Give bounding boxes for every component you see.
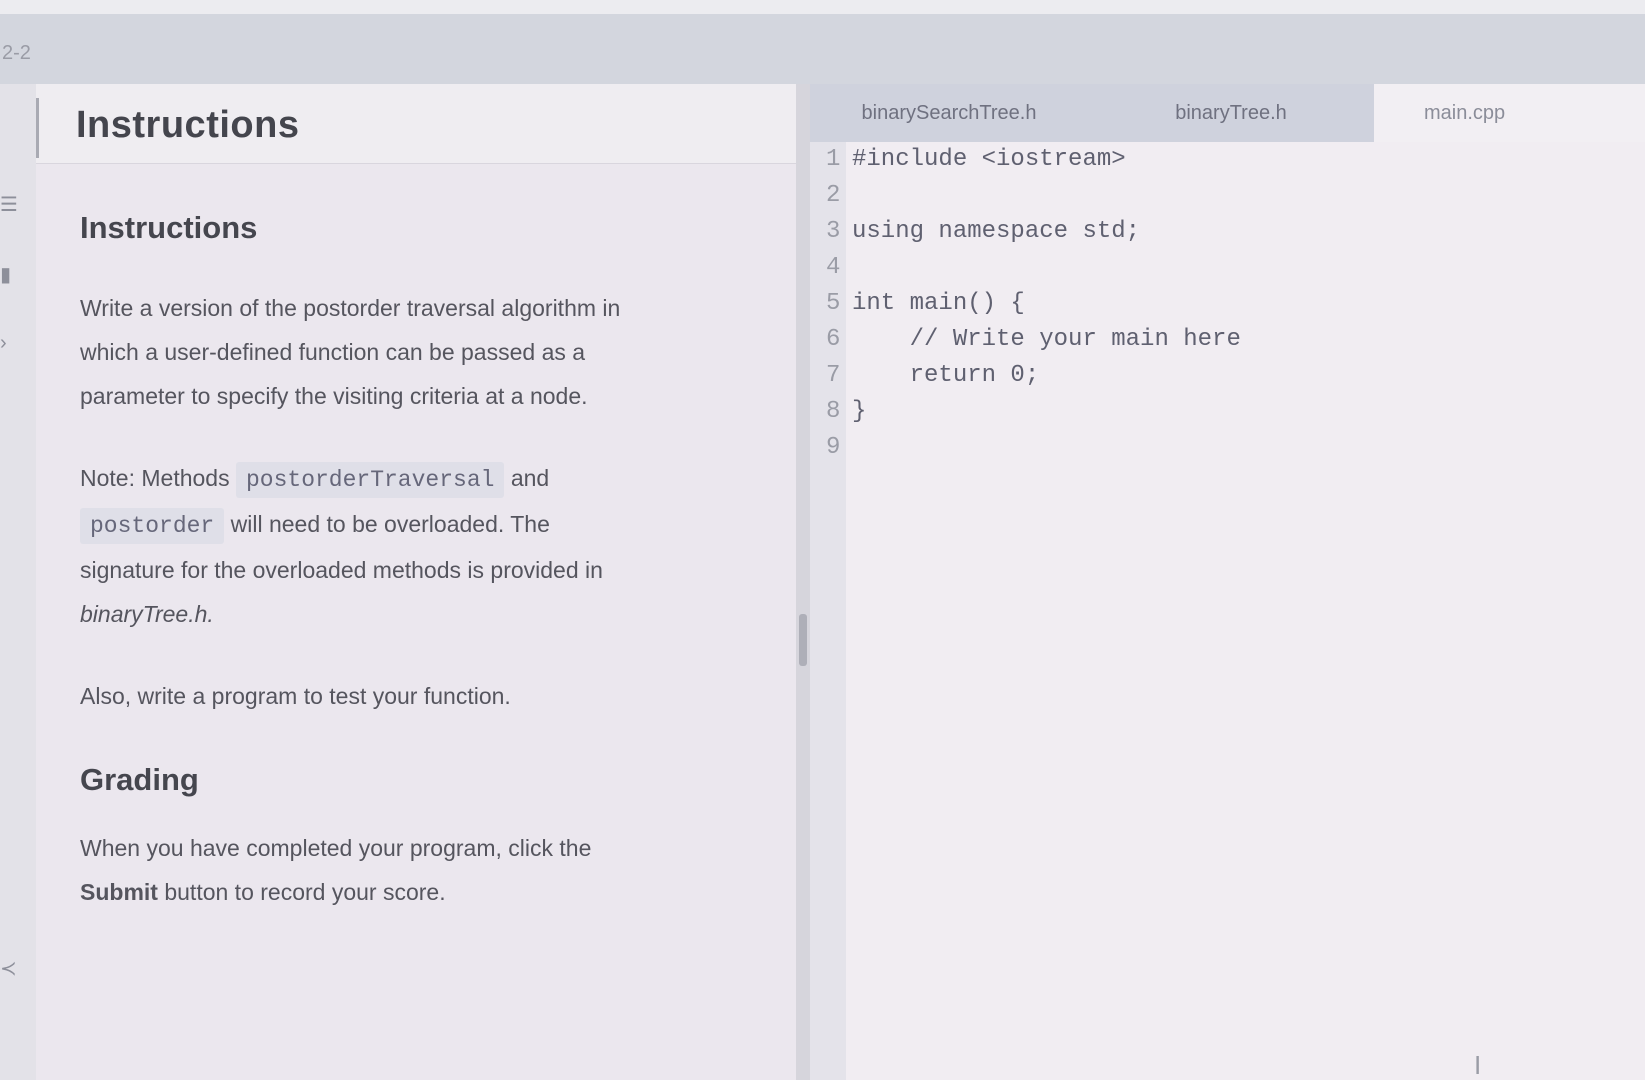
code-text: using namespace std; bbox=[852, 218, 1141, 245]
description-line: Write a version of the postorder travers… bbox=[80, 295, 621, 321]
line-number: 7 bbox=[826, 362, 841, 389]
note-line: postorder will need to be overloaded. Th… bbox=[80, 502, 770, 548]
note-line: signature for the overloaded methods is … bbox=[80, 557, 603, 583]
line-number: 4 bbox=[826, 254, 841, 281]
code-postorder-traversal: postorderTraversal bbox=[235, 462, 505, 498]
description-line: which a user-defined function can be pas… bbox=[80, 339, 586, 365]
code-text: } bbox=[852, 398, 867, 425]
note-line: Note: Methods postorderTraversal and bbox=[80, 456, 770, 502]
instructions-content: Instructions Write a version of the post… bbox=[80, 210, 770, 914]
line-number: 9 bbox=[826, 434, 841, 461]
line-number: 2 bbox=[826, 182, 841, 209]
header-bar: 2-2 bbox=[0, 14, 1645, 84]
code-line: 9 bbox=[826, 434, 852, 470]
description-paragraph: Write a version of the postorder travers… bbox=[80, 286, 770, 418]
code-line: 7 return 0; bbox=[826, 362, 1039, 398]
code-line: 1 #include <iostream> bbox=[826, 146, 1126, 182]
test-paragraph: Also, write a program to test your funct… bbox=[80, 683, 511, 709]
code-text: int main() { bbox=[852, 290, 1025, 317]
code-line: 5 int main() { bbox=[826, 290, 1025, 326]
pane-splitter[interactable] bbox=[796, 84, 810, 1080]
line-number: 6 bbox=[826, 326, 841, 353]
editor-tabbar: binarySearchTree.h binaryTree.h main.cpp bbox=[810, 84, 1645, 142]
grading-line: Submit button to record your score. bbox=[80, 870, 770, 914]
note-and: and bbox=[510, 465, 550, 491]
code-line: 4 bbox=[826, 254, 852, 290]
panel-title: Instructions bbox=[76, 104, 300, 146]
line-number: 3 bbox=[826, 218, 841, 245]
browser-top-strip bbox=[0, 0, 1645, 14]
share-icon[interactable]: ≺ bbox=[0, 956, 17, 981]
splitter-handle[interactable] bbox=[799, 614, 807, 666]
code-icon[interactable]: › bbox=[0, 332, 7, 355]
line-number: 8 bbox=[826, 398, 841, 425]
code-postorder: postorder bbox=[80, 508, 225, 544]
tab-binary-tree-h[interactable]: binaryTree.h bbox=[1088, 84, 1374, 142]
code-line: 8} bbox=[826, 398, 866, 434]
tab-binary-search-tree-h[interactable]: binarySearchTree.h bbox=[810, 84, 1088, 142]
line-number: 5 bbox=[826, 290, 841, 317]
grading-paragraph: When you have completed your program, cl… bbox=[80, 826, 770, 914]
code-line: 6 // Write your main here bbox=[826, 326, 1241, 362]
line-number: 1 bbox=[826, 146, 841, 173]
note-prefix: Note: Methods bbox=[80, 465, 230, 491]
text-cursor-icon: I bbox=[1474, 1050, 1482, 1080]
code-line: 3 using namespace std; bbox=[826, 218, 1140, 254]
code-text: // Write your main here bbox=[852, 326, 1241, 353]
section-title: Instructions bbox=[80, 210, 258, 245]
code-text-area[interactable]: 1 #include <iostream> 2 3 using namespace … bbox=[826, 142, 1645, 1080]
side-rail: ☰ ▮ › ≺ bbox=[0, 84, 36, 1080]
grading-title: Grading bbox=[80, 762, 199, 797]
submit-reference: Submit bbox=[80, 879, 158, 905]
instructions-panel: Instructions Instructions Write a versio… bbox=[36, 84, 796, 1080]
menu-icon[interactable]: ☰ bbox=[0, 192, 18, 217]
code-text: return 0; bbox=[852, 362, 1040, 389]
bookmark-icon[interactable]: ▮ bbox=[0, 262, 11, 287]
code-editor: binarySearchTree.h binaryTree.h main.cpp… bbox=[810, 84, 1645, 1080]
grading-line: When you have completed your program, cl… bbox=[80, 835, 592, 861]
lesson-number: 2-2 bbox=[2, 42, 31, 64]
instructions-header: Instructions bbox=[36, 84, 796, 164]
header-divider bbox=[36, 98, 39, 158]
description-line: parameter to specify the visiting criter… bbox=[80, 383, 588, 409]
code-text: #include <iostream> bbox=[852, 146, 1126, 173]
note-filename: binaryTree.h. bbox=[80, 601, 214, 627]
note-paragraph: Note: Methods postorderTraversal and pos… bbox=[80, 456, 770, 636]
note-text: will need to be overloaded. The bbox=[230, 511, 550, 537]
grading-text: button to record your score. bbox=[164, 879, 446, 905]
code-line: 2 bbox=[826, 182, 852, 218]
tab-main-cpp[interactable]: main.cpp bbox=[1374, 84, 1645, 142]
